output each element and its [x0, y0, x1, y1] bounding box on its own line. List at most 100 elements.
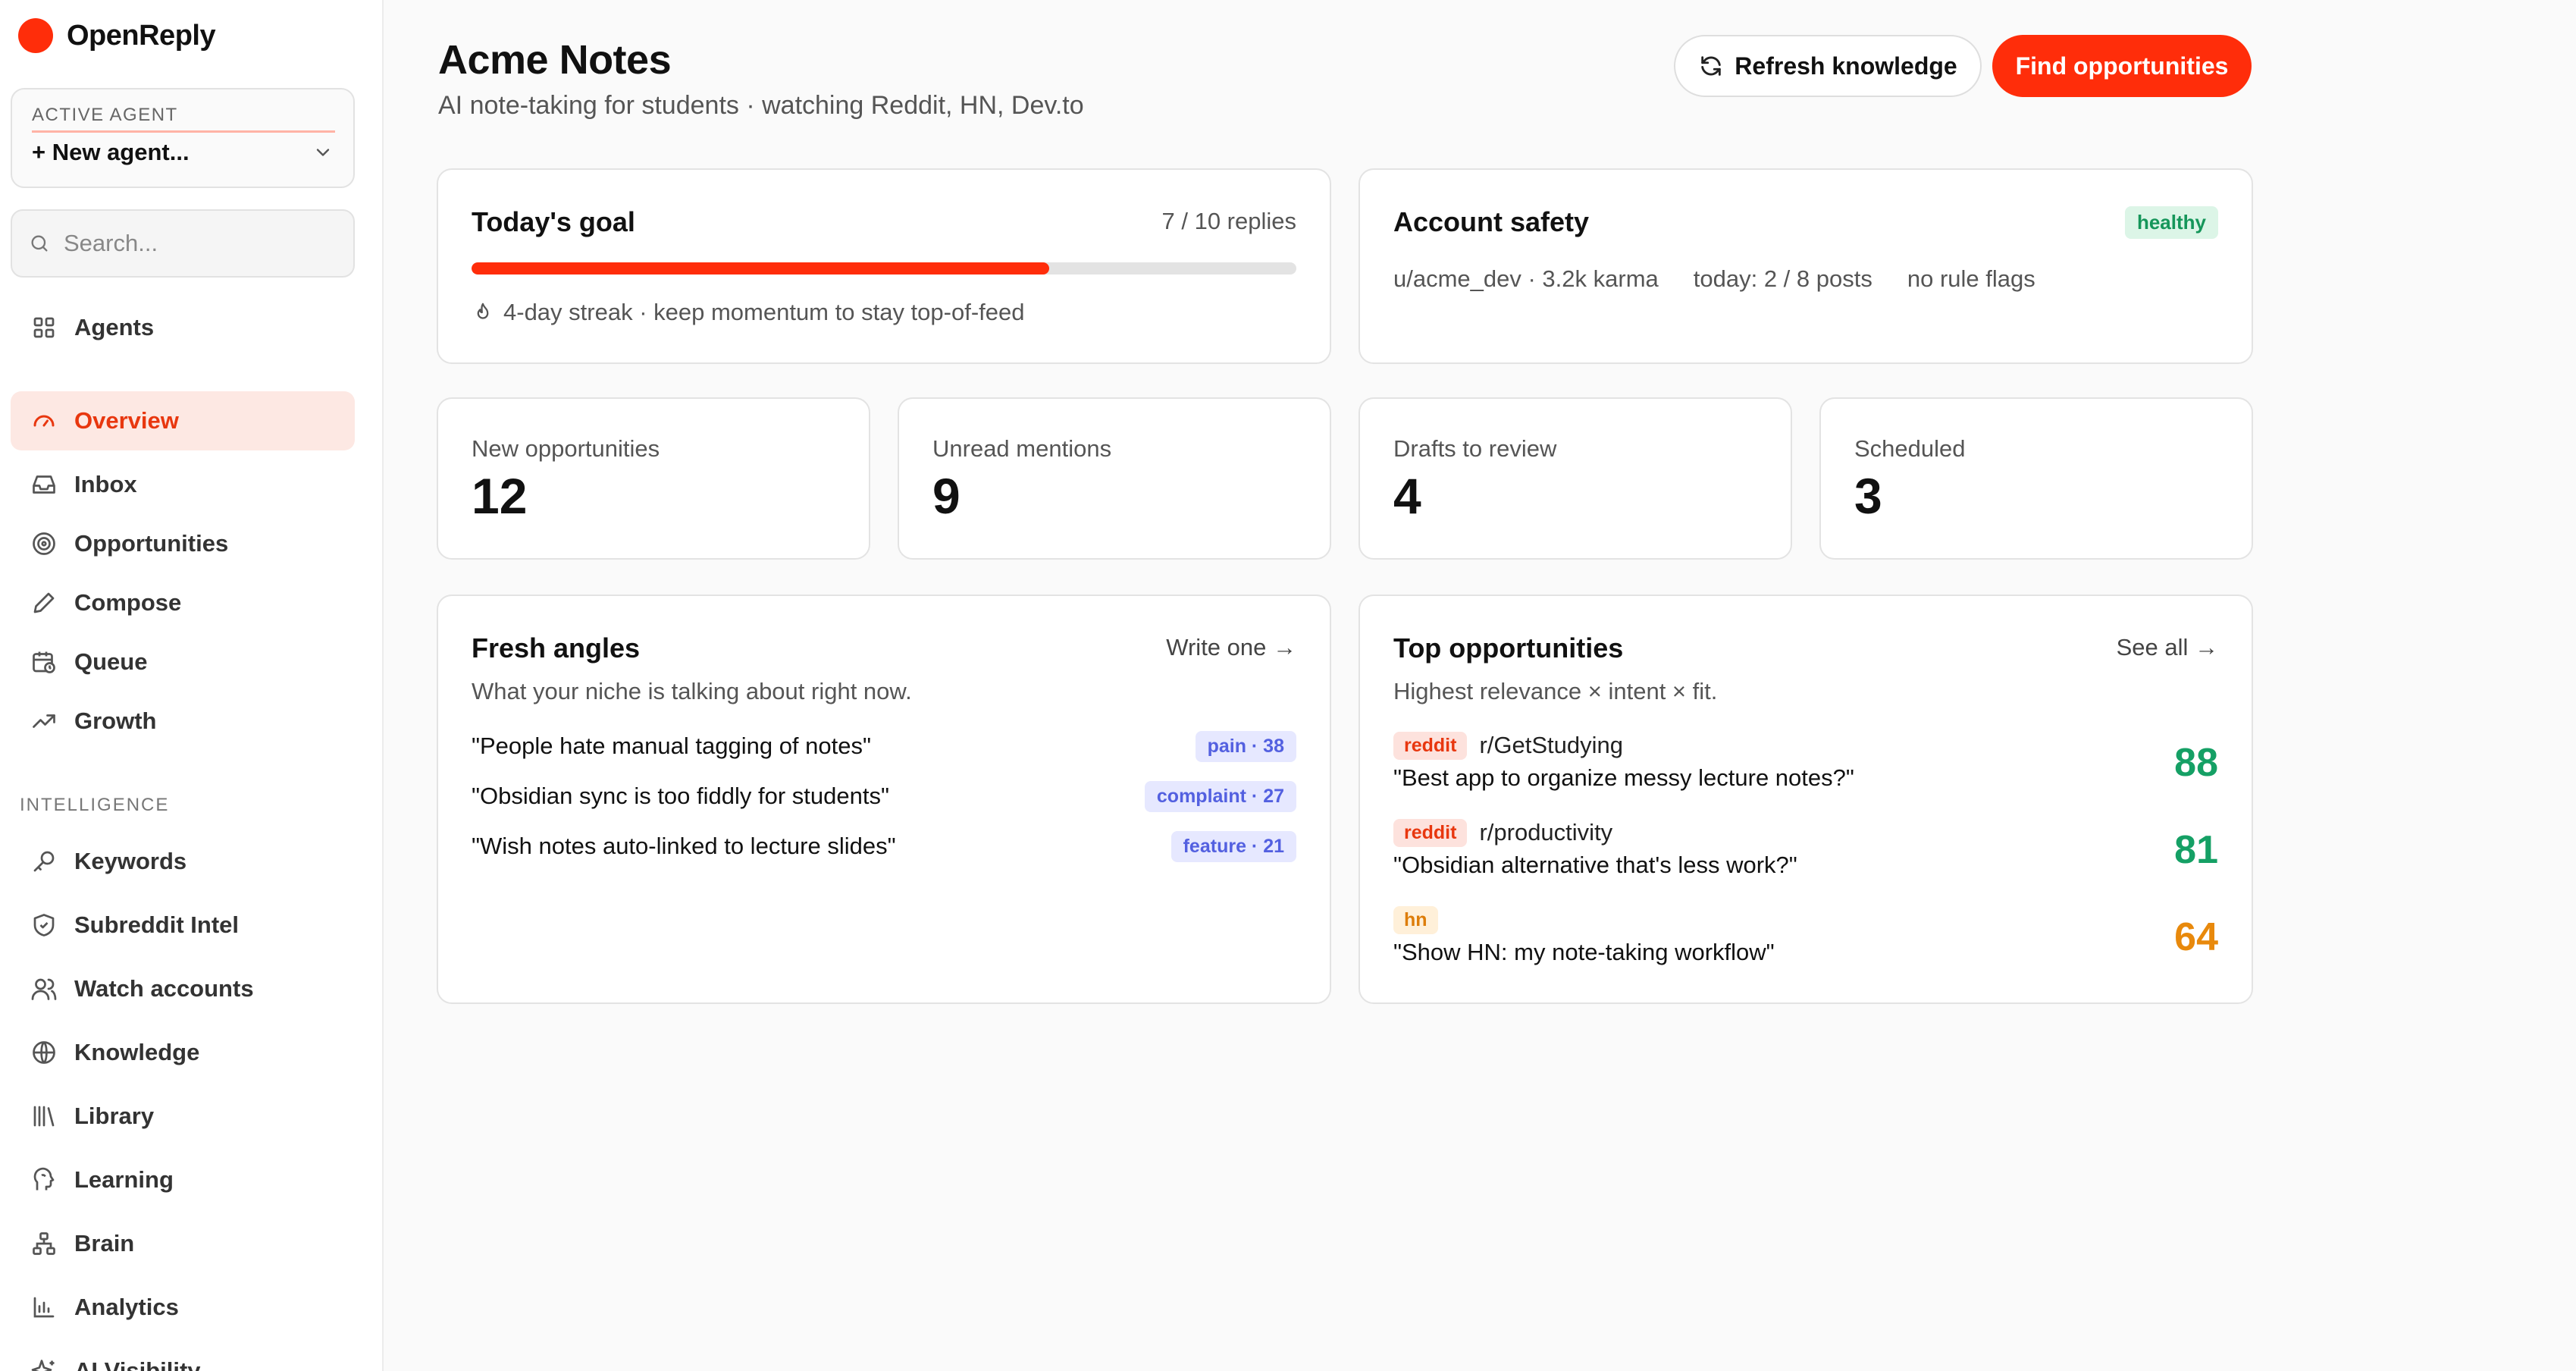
- safety-flags: no rule flags: [1907, 265, 2035, 292]
- streak-row: 4-day streak · keep momentum to stay top…: [472, 299, 1024, 326]
- grid-icon: [33, 317, 55, 338]
- stat-value: 4: [1393, 468, 1421, 524]
- sidebar-item-ai-visibility[interactable]: AI Visibility: [11, 1339, 355, 1371]
- nav-intelligence: Keywords Subreddit Intel Watch accounts …: [11, 830, 355, 1371]
- sidebar-item-queue[interactable]: Queue: [11, 632, 355, 692]
- top-opportunities-title: Top opportunities: [1393, 632, 1624, 664]
- sidebar-item-inbox[interactable]: Inbox: [11, 455, 355, 514]
- stat-label: Drafts to review: [1393, 435, 1557, 462]
- sidebar-item-label: Library: [74, 1103, 155, 1129]
- active-agent-value: + New agent...: [32, 139, 190, 165]
- sidebar-item-label: Watch accounts: [74, 975, 254, 1002]
- sidebar-item-label: Overview: [74, 407, 179, 434]
- sidebar-item-label: Subreddit Intel: [74, 911, 239, 938]
- list-item[interactable]: "Wish notes auto-linked to lecture slide…: [472, 828, 1296, 864]
- sparkles-icon: [31, 1360, 55, 1371]
- stat-card-scheduled[interactable]: Scheduled 3: [1819, 397, 2253, 560]
- network-icon: [33, 1232, 55, 1255]
- opportunity-row[interactable]: reddit r/productivity "Obsidian alternat…: [1393, 817, 2218, 885]
- sidebar-item-subreddit-intel[interactable]: Subreddit Intel: [11, 893, 355, 957]
- brand-logo-icon: [18, 18, 53, 53]
- sidebar-item-label: Brain: [74, 1230, 135, 1256]
- opportunity-row[interactable]: reddit r/GetStudying "Best app to organi…: [1393, 729, 2218, 798]
- angle-tag: pain · 38: [1195, 730, 1296, 762]
- sidebar-item-growth[interactable]: Growth: [11, 692, 355, 751]
- sidebar-item-library[interactable]: Library: [11, 1084, 355, 1148]
- sidebar: OpenReply ACTIVE AGENT + New agent... Ag…: [0, 0, 384, 1371]
- search-icon: [31, 235, 48, 252]
- sidebar-item-keywords[interactable]: Keywords: [11, 830, 355, 893]
- bar-chart-icon: [33, 1297, 55, 1318]
- stat-label: Unread mentions: [932, 435, 1112, 462]
- list-item[interactable]: "Obsidian sync is too fiddly for student…: [472, 778, 1296, 814]
- section-label-intelligence: INTELLIGENCE: [20, 795, 170, 815]
- agent-select-row[interactable]: + New agent...: [32, 139, 334, 166]
- safety-today: today: 2 / 8 posts: [1693, 265, 1872, 292]
- opportunity-title: "Best app to organize messy lecture note…: [1393, 764, 1854, 791]
- see-all-link[interactable]: See all →: [2117, 634, 2218, 661]
- angle-text: "Obsidian sync is too fiddly for student…: [472, 783, 889, 809]
- sidebar-item-compose[interactable]: Compose: [11, 573, 355, 632]
- angle-text: "Wish notes auto-linked to lecture slide…: [472, 833, 896, 859]
- safety-details: u/acme_dev · 3.2k karma today: 2 / 8 pos…: [1393, 265, 2035, 293]
- page-title: Acme Notes: [438, 37, 672, 83]
- todays-goal-card: Today's goal 7 / 10 replies 4-day streak…: [437, 168, 1331, 364]
- sidebar-item-analytics[interactable]: Analytics: [11, 1275, 355, 1339]
- refresh-knowledge-button[interactable]: Refresh knowledge: [1674, 35, 1982, 97]
- sidebar-item-opportunities[interactable]: Opportunities: [11, 514, 355, 573]
- search-input[interactable]: [64, 230, 337, 257]
- sidebar-item-label: Knowledge: [74, 1039, 200, 1065]
- sidebar-item-overview[interactable]: Overview: [11, 391, 355, 450]
- safety-title: Account safety: [1393, 206, 1590, 237]
- brand[interactable]: OpenReply: [18, 18, 216, 53]
- source-badge: reddit: [1393, 818, 1468, 847]
- brain-head-icon: [33, 1167, 55, 1191]
- opportunity-row[interactable]: hn "Show HN: my note-taking workflow" 64: [1393, 904, 2218, 972]
- write-one-link[interactable]: Write one →: [1166, 634, 1296, 661]
- stat-card-new-opportunities[interactable]: New opportunities 12: [437, 397, 870, 560]
- brand-name: OpenReply: [67, 19, 216, 52]
- sidebar-item-label: Opportunities: [74, 530, 229, 557]
- opportunity-title: "Show HN: my note-taking workflow": [1393, 939, 1775, 965]
- sidebar-item-watch-accounts[interactable]: Watch accounts: [11, 957, 355, 1021]
- stat-value: 3: [1854, 468, 1882, 524]
- source-badge: hn: [1393, 905, 1438, 934]
- inbox-icon: [33, 475, 55, 494]
- angle-text: "People hate manual tagging of notes": [472, 733, 871, 759]
- fresh-angles-desc: What your niche is talking about right n…: [472, 678, 912, 704]
- globe-icon: [33, 1041, 55, 1064]
- nav-top: Agents: [11, 298, 355, 357]
- sidebar-item-label: Inbox: [74, 471, 137, 497]
- sidebar-item-label: Learning: [74, 1166, 174, 1193]
- target-icon: [33, 532, 55, 555]
- refresh-icon: [1701, 56, 1722, 76]
- streak-text: 4-day streak · keep momentum to stay top…: [503, 299, 1025, 325]
- account-safety-card: Account safety healthy u/acme_dev · 3.2k…: [1359, 168, 2253, 364]
- opportunity-meta: reddit r/GetStudying: [1393, 729, 2218, 761]
- sidebar-item-label: Keywords: [74, 848, 187, 874]
- shield-icon: [33, 914, 55, 936]
- sidebar-item-label: Growth: [74, 707, 157, 734]
- library-icon: [33, 1106, 55, 1127]
- stat-card-unread-mentions[interactable]: Unread mentions 9: [898, 397, 1331, 560]
- angle-tag: feature · 21: [1170, 830, 1296, 862]
- list-item[interactable]: "People hate manual tagging of notes" pa…: [472, 728, 1296, 764]
- stat-card-drafts-to-review[interactable]: Drafts to review 4: [1359, 397, 1792, 560]
- sidebar-item-label: Agents: [74, 314, 155, 340]
- goal-count: 7 / 10 replies: [1161, 208, 1297, 234]
- sidebar-item-brain[interactable]: Brain: [11, 1212, 355, 1275]
- opportunity-subreddit: r/productivity: [1479, 819, 1613, 846]
- sidebar-item-learning[interactable]: Learning: [11, 1148, 355, 1212]
- active-agent-select[interactable]: ACTIVE AGENT + New agent...: [11, 88, 355, 188]
- active-agent-label: ACTIVE AGENT: [32, 105, 335, 133]
- source-badge: reddit: [1393, 731, 1468, 760]
- sidebar-item-knowledge[interactable]: Knowledge: [11, 1021, 355, 1084]
- stat-value: 12: [472, 468, 528, 524]
- goal-title: Today's goal: [472, 206, 635, 237]
- opportunity-score: 64: [2174, 915, 2218, 959]
- status-badge: healthy: [2124, 206, 2218, 239]
- sidebar-item-agents[interactable]: Agents: [11, 298, 355, 357]
- opportunity-title: "Obsidian alternative that's less work?": [1393, 852, 1797, 878]
- search-box[interactable]: [11, 209, 355, 278]
- find-opportunities-button[interactable]: Find opportunities: [1992, 35, 2252, 97]
